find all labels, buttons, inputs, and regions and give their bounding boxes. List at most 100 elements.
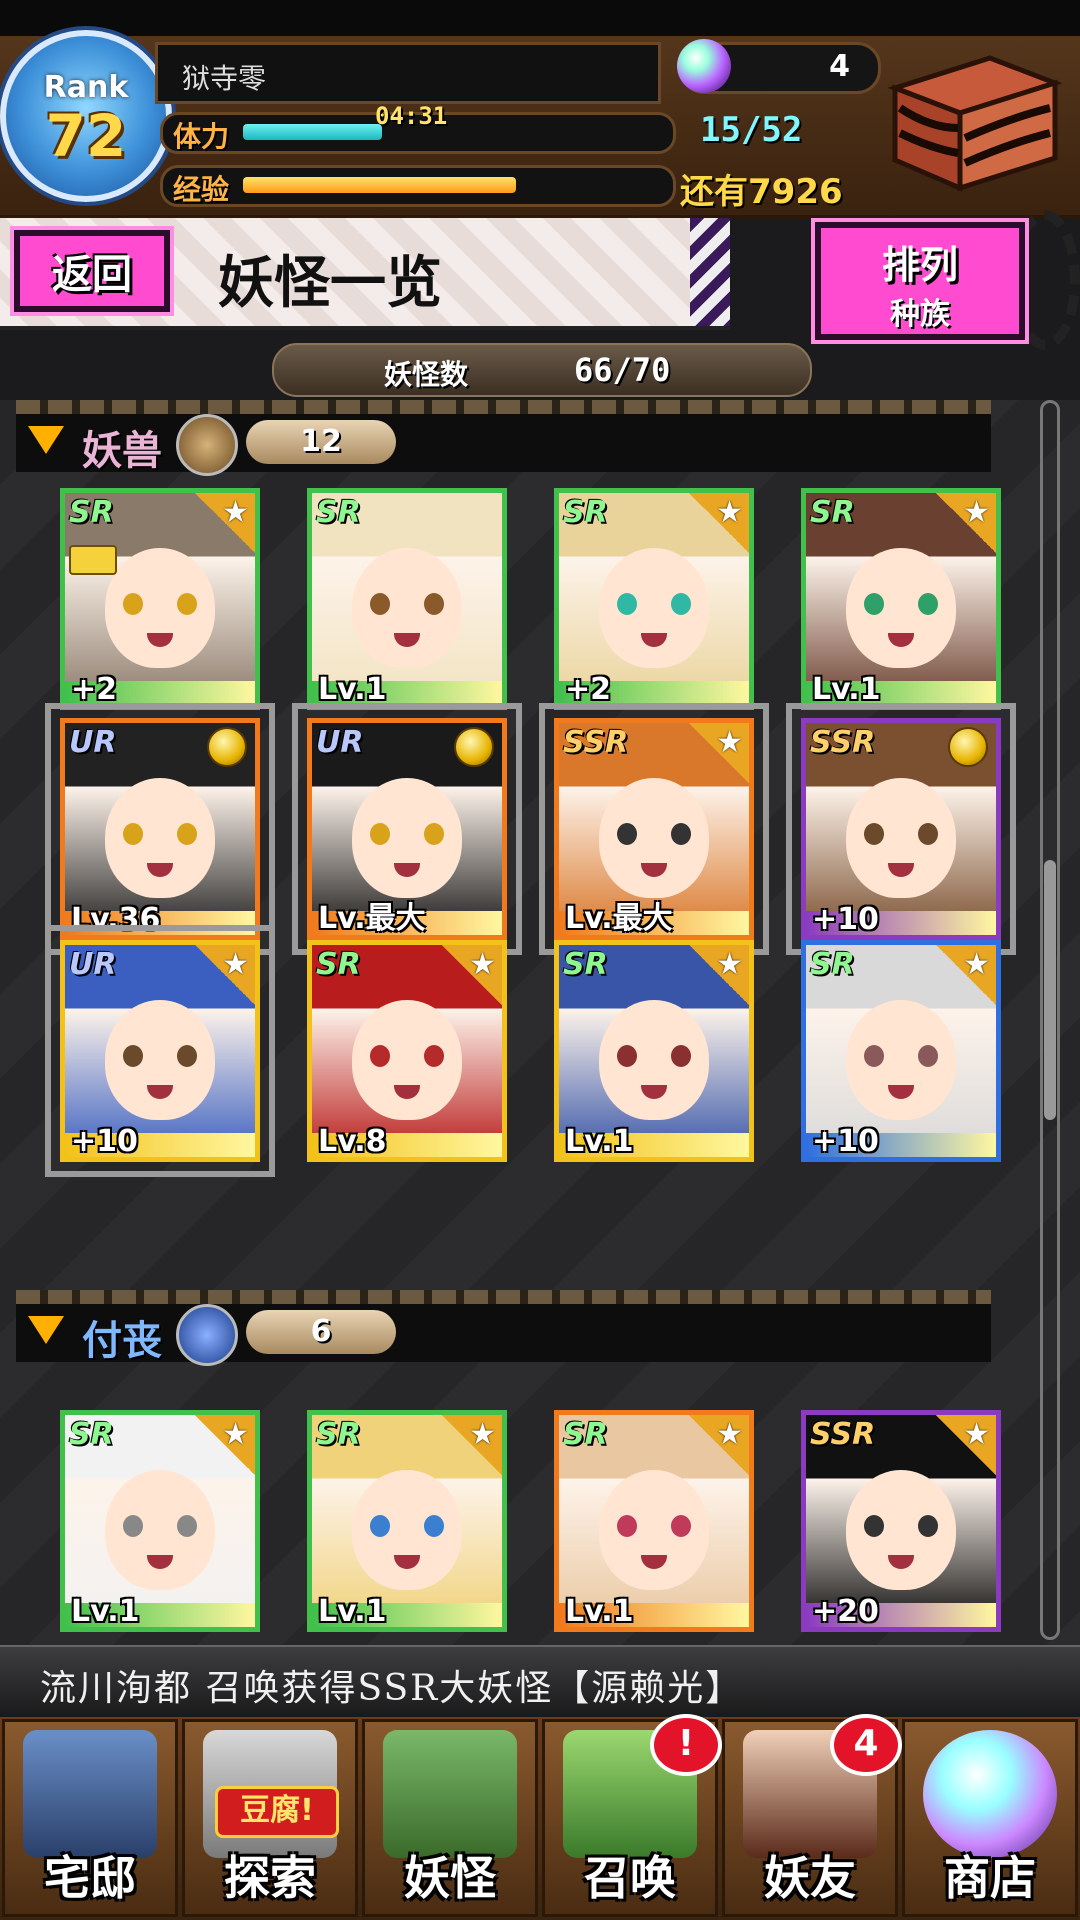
portrait-face <box>846 778 956 898</box>
portrait-eye <box>864 1045 884 1067</box>
rank-value: 72 <box>45 102 127 170</box>
card-level: Lv.8 <box>318 1124 387 1159</box>
notification-badge: ! <box>650 1714 722 1776</box>
star-icon: ★ <box>716 947 743 982</box>
player-name: 狱寺零 <box>182 62 267 95</box>
yokai-card[interactable]: SR ★ Lv.1 <box>801 488 1001 710</box>
star-icon: ★ <box>963 947 990 982</box>
star-icon: ★ <box>469 947 496 982</box>
portrait-face <box>105 778 215 898</box>
yokai-card[interactable]: SR ★ Lv.8 <box>307 940 507 1162</box>
ticker-text: 流川洵都 召唤获得SSR大妖怪【源赖光】 <box>40 1668 744 1709</box>
portrait-eye <box>424 1045 444 1067</box>
card-level: +10 <box>812 902 879 937</box>
nav-item[interactable]: 妖友 4 <box>722 1714 902 1917</box>
rarity-badge: SR <box>563 495 608 530</box>
portrait-eye <box>918 1515 938 1537</box>
portrait-eye <box>177 593 197 615</box>
portrait-eye <box>671 593 691 615</box>
tribe-emblem-icon <box>176 414 238 476</box>
bottom-nav: 宅邸 豆腐! 探索 妖怪 召唤! 妖友 4 商店 <box>0 1714 1080 1920</box>
card-level: +10 <box>812 1124 879 1159</box>
yokai-card[interactable]: SR ★ Lv.1 <box>554 1410 754 1632</box>
yokai-card[interactable]: SSR +10 <box>786 703 1016 955</box>
portrait-eye <box>617 1515 637 1537</box>
portrait-eye <box>671 1515 691 1537</box>
portrait-face <box>352 1470 462 1590</box>
yokai-card[interactable]: SR ★ +2 <box>60 488 260 710</box>
collapse-arrow-icon[interactable] <box>28 1316 64 1344</box>
nav-label: 宅邸 <box>44 1851 136 1905</box>
rarity-badge: UR <box>69 725 117 760</box>
card-level: Lv.最大 <box>565 901 673 936</box>
portrait-eye <box>177 1045 197 1067</box>
yokai-card[interactable]: SR ★ Lv.1 <box>554 940 754 1162</box>
portrait-face <box>352 1000 462 1120</box>
sort-button[interactable]: 排列 种族 <box>811 218 1029 344</box>
yokai-card[interactable]: SR ★ +2 <box>554 488 754 710</box>
yokai-scroll-icon <box>383 1730 517 1858</box>
portrait-eye <box>424 593 444 615</box>
nav-item[interactable]: 妖怪 <box>362 1719 538 1917</box>
yokai-card[interactable]: SR ★ Lv.1 <box>60 1410 260 1632</box>
treasure-chest-icon[interactable] <box>880 48 1065 198</box>
group-name: 付丧 <box>82 1318 162 1364</box>
portrait-eye <box>370 1515 390 1537</box>
yokai-card[interactable]: SR ★ +10 <box>801 940 1001 1162</box>
portrait-eye <box>918 823 938 845</box>
card-level: Lv.1 <box>565 1594 634 1629</box>
group-name: 妖兽 <box>82 428 162 474</box>
star-icon: ★ <box>963 495 990 530</box>
yokai-card[interactable]: SR Lv.1 <box>307 488 507 710</box>
star-icon: ★ <box>963 1417 990 1452</box>
yokai-card[interactable]: SR ★ Lv.1 <box>307 1410 507 1632</box>
yokai-card[interactable]: UR ★ +10 <box>45 925 275 1177</box>
rarity-badge: UR <box>316 725 364 760</box>
nav-item[interactable]: 召唤! <box>542 1714 722 1917</box>
rarity-badge: SR <box>316 947 361 982</box>
yokai-card[interactable]: UR Lv.36 <box>45 703 275 955</box>
spirit-orb-counter[interactable]: 4 <box>677 39 881 94</box>
group-header[interactable]: 妖兽 12 <box>16 400 991 476</box>
yokai-count-value: 66/70 <box>574 351 671 389</box>
rarity-badge: UR <box>69 947 117 982</box>
card-level: +20 <box>812 1594 879 1629</box>
back-button[interactable]: 返回 <box>10 226 174 316</box>
star-icon: ★ <box>716 495 743 530</box>
portrait-face <box>105 548 215 668</box>
card-level: Lv.1 <box>318 1594 387 1629</box>
collapse-arrow-icon[interactable] <box>28 426 64 454</box>
nav-item[interactable]: 豆腐! 探索 <box>182 1719 358 1917</box>
portrait-eye <box>370 823 390 845</box>
nav-item[interactable]: 宅邸 <box>2 1719 178 1917</box>
yokai-list[interactable]: 妖兽 12 SR ★ +2 SR Lv.1 SR ★ +2 SR ★ Lv.1 UR Lv.36 UR Lv.最… <box>0 400 1080 1645</box>
portrait-eye <box>123 1515 143 1537</box>
portrait-face <box>105 1000 215 1120</box>
scrollbar-thumb[interactable] <box>1044 860 1056 1120</box>
nav-label: 商店 <box>944 1851 1036 1905</box>
exp-bar: 经验 <box>160 165 676 207</box>
stamina-timer: 04:31 <box>375 102 448 130</box>
tribe-emblem-icon <box>176 1304 238 1366</box>
portrait-face <box>599 1470 709 1590</box>
player-name-box: 狱寺零 <box>155 42 661 104</box>
rarity-badge: SR <box>810 947 855 982</box>
star-icon: ★ <box>469 1417 496 1452</box>
portrait-eye <box>864 1515 884 1537</box>
yokai-card[interactable]: SSR ★ Lv.最大 <box>539 703 769 955</box>
card-level: Lv.1 <box>812 672 881 707</box>
yokai-card[interactable]: SSR ★ +20 <box>801 1410 1001 1632</box>
nav-item[interactable]: 商店 <box>902 1719 1078 1917</box>
rarity-badge: SR <box>810 495 855 530</box>
group-header[interactable]: 付丧 6 <box>16 1290 991 1366</box>
exp-remaining: 还有7926 <box>680 172 843 212</box>
yokai-card[interactable]: UR Lv.最大 <box>292 703 522 955</box>
star-icon: ★ <box>222 495 249 530</box>
lock-icon <box>69 545 117 575</box>
page-title: 妖怪一览 <box>218 250 442 316</box>
notification-badge: 4 <box>830 1714 902 1776</box>
spirit-orb-icon <box>677 39 731 93</box>
portrait-face <box>846 1470 956 1590</box>
portrait-eye <box>123 1045 143 1067</box>
rank-badge: Rank 72 <box>0 30 172 202</box>
